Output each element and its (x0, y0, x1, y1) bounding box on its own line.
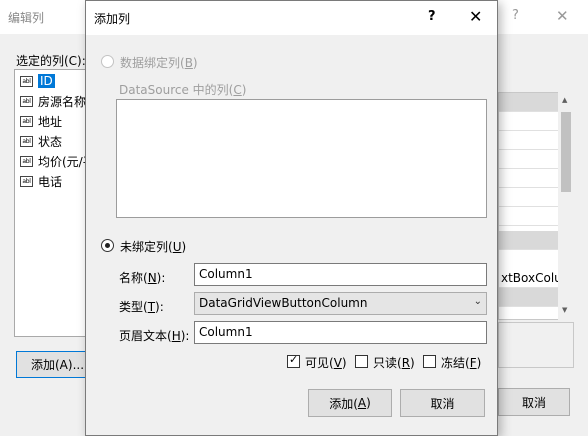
visible-checkbox[interactable]: ✓ (287, 353, 300, 368)
property-description-panel (498, 322, 574, 368)
list-item[interactable]: abl 地址 (20, 112, 62, 130)
property-row (499, 207, 559, 226)
textbox-column-icon: abl (20, 175, 33, 187)
readonly-checkbox[interactable] (355, 355, 368, 368)
add-column-button[interactable]: 添加(A)... (16, 351, 88, 378)
add-button[interactable]: 添加(A) (308, 389, 392, 417)
scroll-up-icon[interactable]: ▲ (562, 96, 567, 104)
type-select[interactable]: DataGridViewButtonColumn ⌄ (194, 292, 487, 315)
databound-radio[interactable] (101, 55, 114, 68)
unbound-radio-label: 未绑定列(U) (120, 240, 187, 254)
textbox-column-icon: abl (20, 135, 33, 147)
list-item-label: 地址 (38, 114, 63, 129)
selected-columns-label: 选定的列(C): (16, 54, 86, 68)
selected-columns-list[interactable]: abl ID abl 房源名称 abl 地址 abl 状态 abl 均价(元/平… (14, 69, 95, 337)
close-icon[interactable]: ✕ (556, 7, 569, 25)
list-item-label: 电话 (38, 174, 63, 189)
property-row (499, 93, 559, 112)
list-item[interactable]: abl 状态 (20, 132, 62, 150)
visible-checkbox-label: 可见(V) (305, 356, 347, 370)
help-icon[interactable]: ? (512, 8, 519, 23)
frozen-checkbox[interactable] (423, 355, 436, 368)
list-item-label: 房源名称 (38, 94, 87, 109)
name-input[interactable]: Column1 (194, 263, 487, 286)
list-item-label: ID (38, 74, 55, 88)
datasource-columns-list[interactable] (116, 99, 487, 218)
textbox-column-icon: abl (20, 155, 33, 167)
add-column-dialog: 添加列 ? ✕ 数据绑定列(B) DataSource 中的列(C) 未绑定列(… (85, 0, 498, 436)
property-row (499, 188, 559, 207)
textbox-column-icon: abl (20, 95, 33, 107)
header-text-input[interactable]: Column1 (194, 321, 487, 344)
close-icon[interactable]: ✕ (469, 7, 482, 26)
databound-radio-label: 数据绑定列(B) (120, 56, 198, 70)
textbox-column-icon: abl (20, 115, 33, 127)
property-row (499, 231, 559, 250)
edit-columns-title: 编辑列 (8, 11, 45, 25)
chevron-down-icon[interactable]: ⌄ (474, 296, 482, 307)
list-item[interactable]: abl 房源名称 (20, 92, 86, 110)
header-text-label: 页眉文本(H): (119, 329, 190, 343)
help-icon[interactable]: ? (428, 9, 436, 24)
properties-scrollbar[interactable]: ▲ ▼ (558, 92, 574, 320)
add-column-titlebar: 添加列 ? ✕ (86, 1, 497, 35)
property-row (499, 112, 559, 131)
property-row (499, 169, 559, 188)
list-item-label: 状态 (38, 134, 63, 149)
readonly-checkbox-label: 只读(R) (373, 356, 415, 370)
edit-columns-cancel-button[interactable]: 取消 (498, 388, 570, 416)
property-row (499, 150, 559, 169)
type-label: 类型(T): (119, 300, 164, 314)
datasource-columns-label: DataSource 中的列(C) (119, 83, 247, 97)
list-item[interactable]: abl 均价(元/平 (20, 152, 95, 170)
property-row (499, 131, 559, 150)
textbox-column-icon: abl (20, 75, 33, 87)
checkmark-icon: ✓ (289, 353, 299, 366)
list-item[interactable]: abl ID (20, 72, 55, 90)
cancel-button[interactable]: 取消 (400, 389, 485, 417)
type-select-value: DataGridViewButtonColumn (199, 296, 368, 310)
list-item[interactable]: abl 电话 (20, 172, 62, 190)
name-label: 名称(N): (119, 271, 166, 285)
dialog-title: 添加列 (94, 12, 131, 26)
scroll-down-icon[interactable]: ▼ (562, 306, 567, 314)
radio-selected-dot (105, 243, 110, 248)
property-row (499, 288, 559, 307)
property-row: xtBoxColu (499, 269, 562, 288)
unbound-radio[interactable] (101, 239, 114, 252)
scroll-thumb[interactable] (561, 112, 571, 192)
property-value: xtBoxColu (501, 271, 562, 285)
frozen-checkbox-label: 冻结(F) (441, 356, 482, 370)
